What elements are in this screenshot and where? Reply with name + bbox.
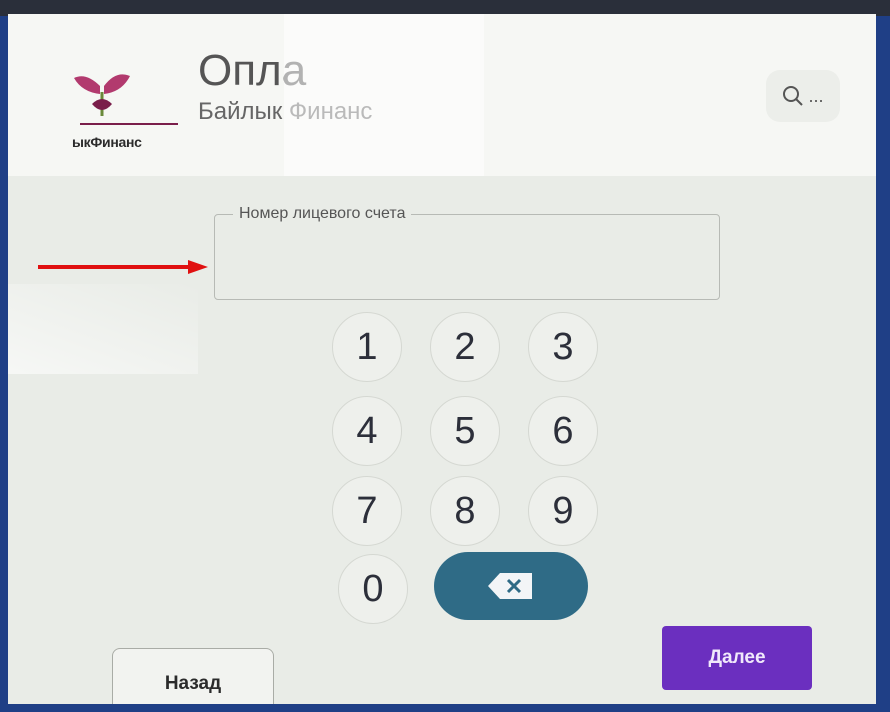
search-button[interactable]: ...: [766, 70, 840, 122]
account-number-field[interactable]: Номер лицевого счета: [214, 205, 720, 300]
search-icon: [783, 86, 804, 106]
backspace-button[interactable]: [434, 552, 588, 620]
logo-text: ыкФинанс: [72, 134, 142, 150]
keypad-key-1[interactable]: 1: [332, 312, 402, 382]
keypad-key-5[interactable]: 5: [430, 396, 500, 466]
kiosk-screen: ыкФинанс Опла Байлык Финанс ... Номер ли…: [8, 14, 876, 704]
keypad-key-8[interactable]: 8: [430, 476, 500, 546]
keypad-key-4[interactable]: 4: [332, 396, 402, 466]
screen-glare: [284, 14, 484, 176]
keypad-key-0[interactable]: 0: [338, 554, 408, 624]
screen-glare-left: [8, 284, 198, 374]
next-button[interactable]: Далее: [662, 626, 812, 690]
backspace-icon: [488, 573, 532, 599]
back-button[interactable]: Назад: [112, 648, 274, 704]
keypad-key-2[interactable]: 2: [430, 312, 500, 382]
keypad-key-6[interactable]: 6: [528, 396, 598, 466]
account-number-label: Номер лицевого счета: [233, 205, 412, 223]
keypad-key-9[interactable]: 9: [528, 476, 598, 546]
account-number-input[interactable]: [225, 235, 709, 287]
keypad-key-3[interactable]: 3: [528, 312, 598, 382]
search-more-label: ...: [808, 85, 824, 106]
red-arrow-icon: [38, 260, 208, 274]
keypad-key-7[interactable]: 7: [332, 476, 402, 546]
